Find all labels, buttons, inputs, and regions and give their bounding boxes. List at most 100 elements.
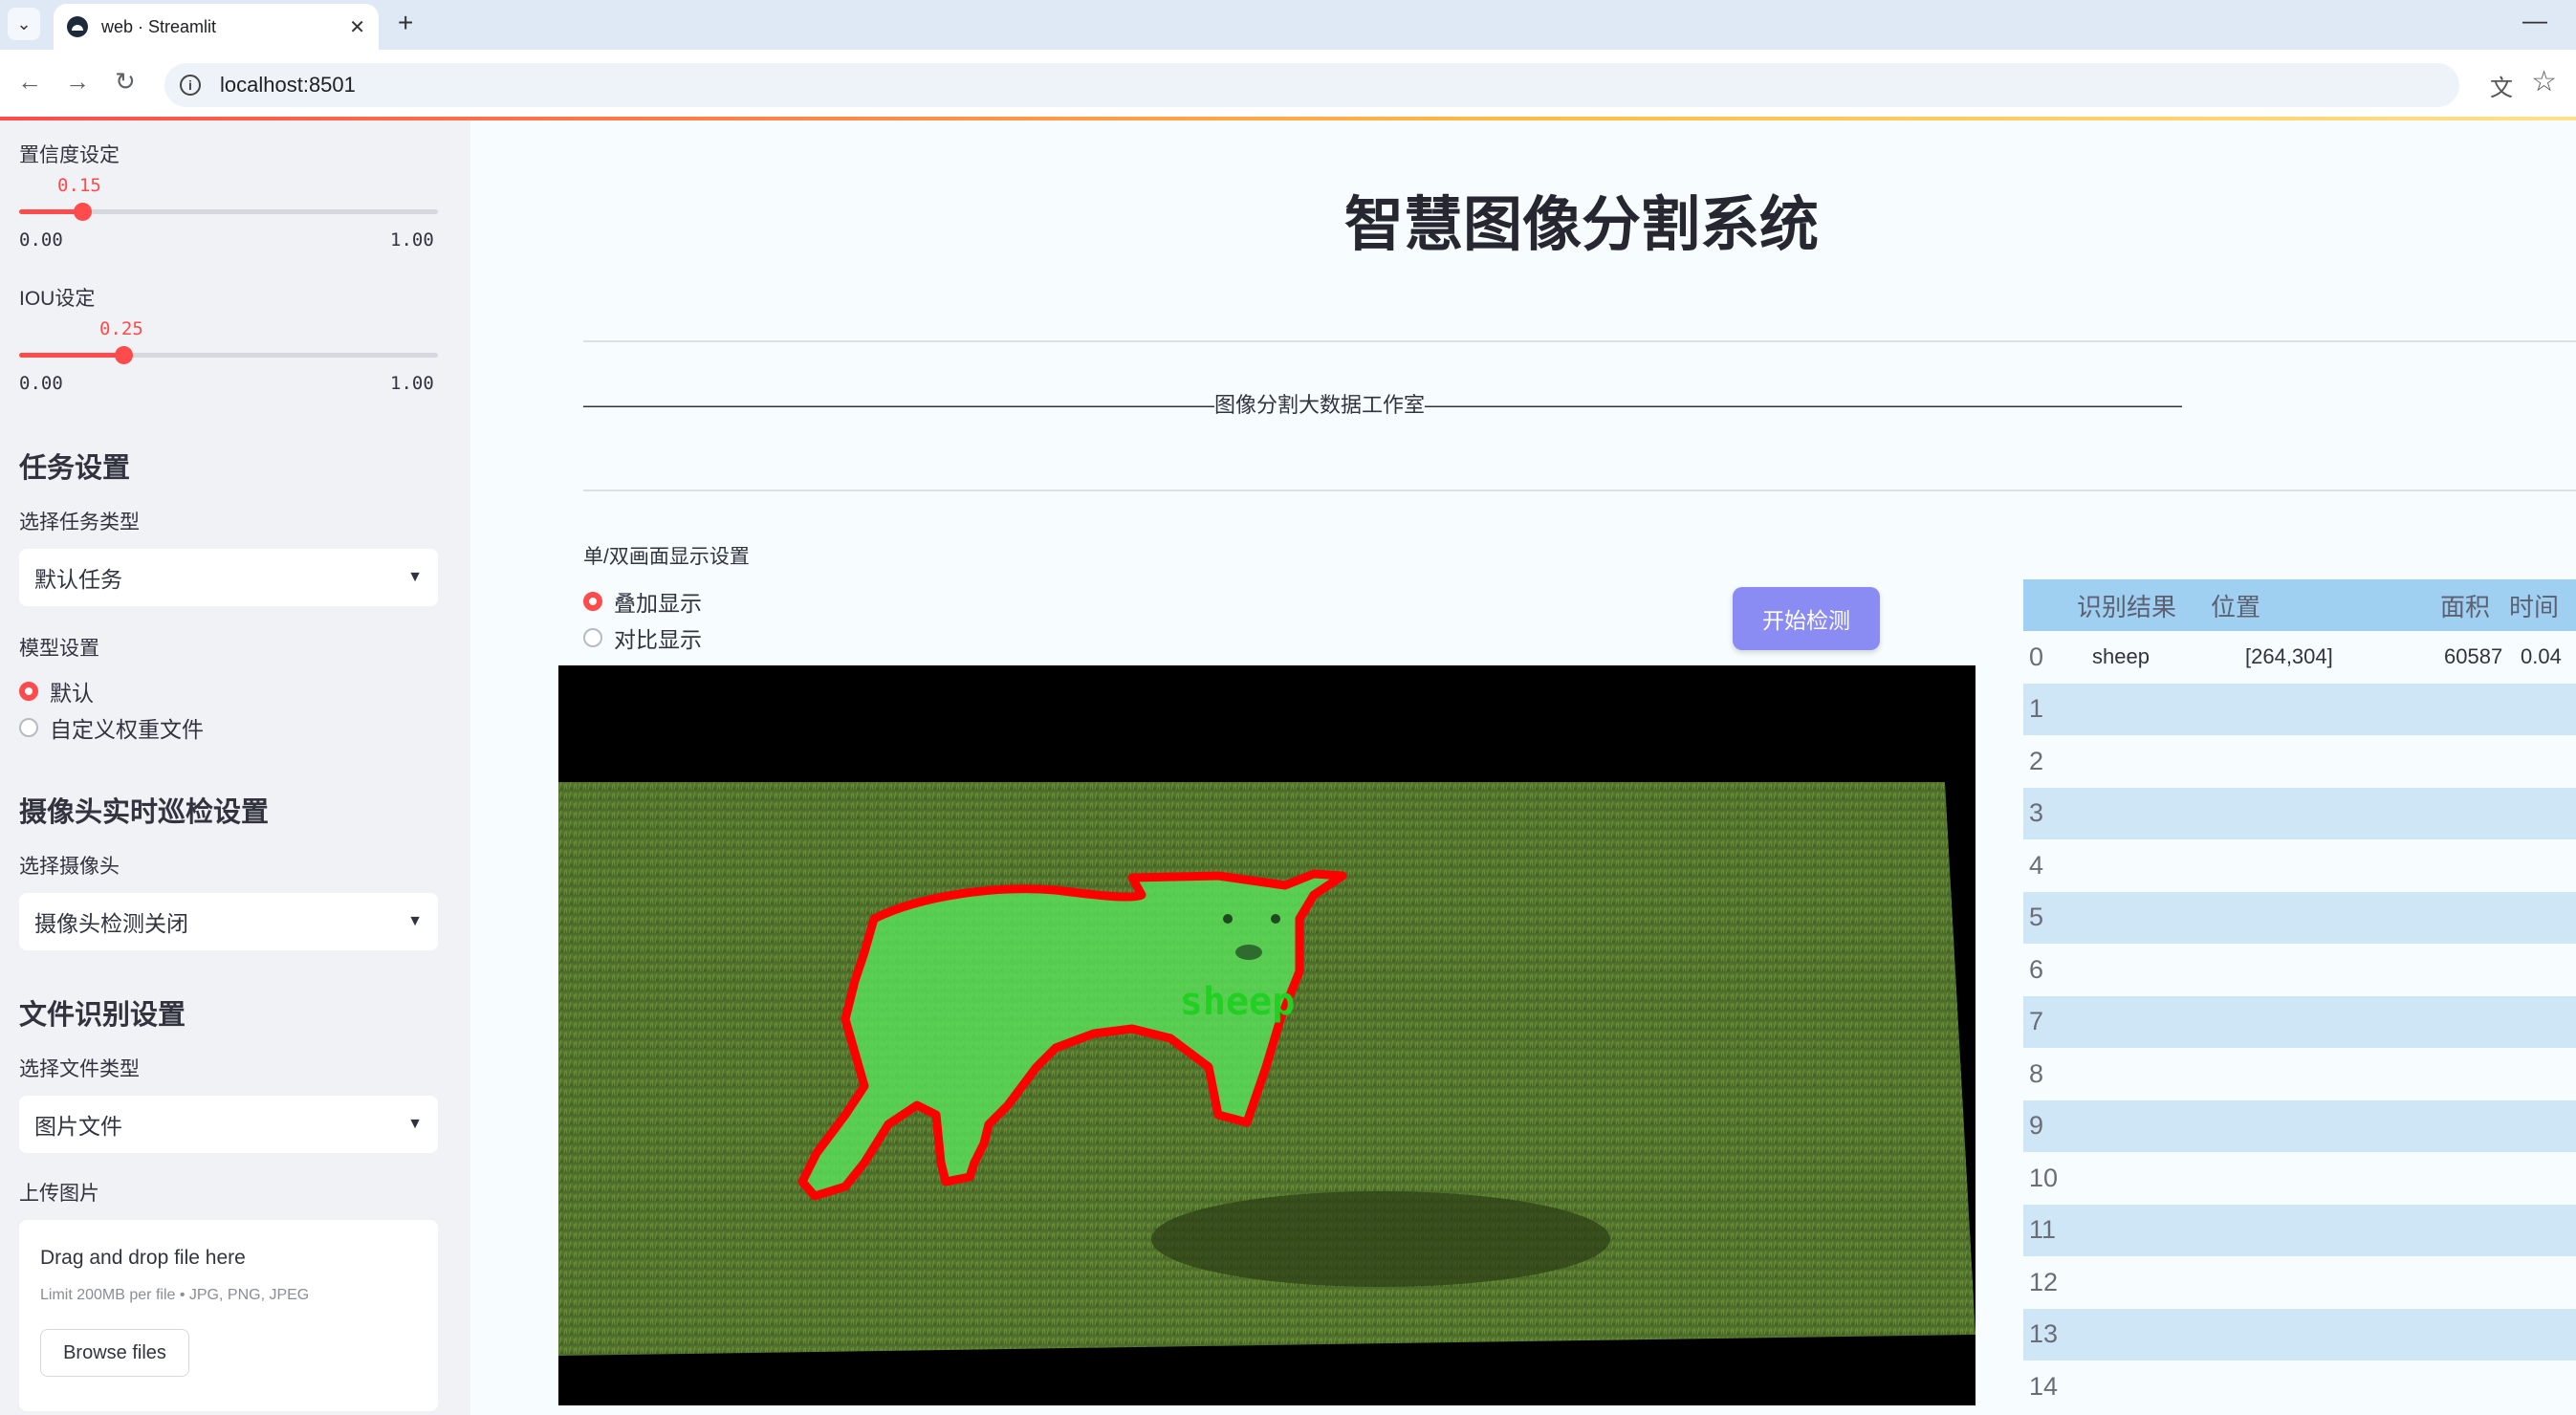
table-row[interactable]: 2 — [2023, 735, 2576, 787]
table-row[interactable]: 10 — [2023, 1152, 2576, 1204]
radio-unselected-icon[interactable] — [19, 718, 38, 737]
url-field[interactable]: i localhost:8501 — [164, 63, 2459, 107]
row-index: 11 — [2029, 1215, 2057, 1244]
row-index: 2 — [2029, 746, 2044, 775]
display-option-overlay[interactable]: 叠加显示 — [583, 585, 702, 618]
browser-tab[interactable]: web · Streamlit ✕ — [54, 4, 379, 50]
confidence-max: 1.00 — [390, 229, 434, 250]
iou-max: 1.00 — [390, 373, 434, 394]
table-row[interactable]: 12 — [2023, 1256, 2576, 1308]
address-bar: ← → ↻ i localhost:8501 ⽂ ☆ — [0, 50, 2576, 119]
row-index: 9 — [2029, 1111, 2044, 1140]
task-type-label: 选择任务类型 — [19, 512, 140, 533]
row-index: 8 — [2029, 1058, 2044, 1088]
sidebar: 置信度设定 0.15 0.00 1.00 IOU设定 0.25 0.00 1.0… — [0, 120, 470, 1415]
forward-arrow-icon[interactable]: → — [65, 67, 90, 97]
display-option-label: 叠加显示 — [614, 591, 702, 616]
tab-list-chevron-icon[interactable]: ⌄ — [8, 8, 40, 40]
divider — [583, 340, 2576, 342]
bookmark-star-icon[interactable]: ☆ — [2531, 65, 2557, 98]
upload-label: 上传图片 — [19, 1183, 99, 1205]
dropzone-limit: Limit 200MB per file • JPG, PNG, JPEG — [40, 1287, 310, 1303]
task-type-value: 默认任务 — [34, 567, 122, 592]
table-row[interactable]: 1 — [2023, 683, 2576, 735]
segmentation-canvas: sheep — [558, 665, 1976, 1405]
dropzone-title: Drag and drop file here — [40, 1247, 246, 1269]
browser-tab-bar: ⌄ web · Streamlit ✕ + — — [0, 0, 2576, 50]
radio-unselected-icon[interactable] — [583, 628, 602, 647]
back-arrow-icon[interactable]: ← — [17, 67, 42, 97]
streamlit-favicon-icon — [67, 16, 88, 37]
sheep-shadow — [1151, 1191, 1610, 1287]
radio-selected-icon[interactable] — [583, 592, 602, 611]
minimize-icon[interactable]: — — [2522, 6, 2547, 35]
model-option-default[interactable]: 默认 — [19, 675, 94, 708]
browse-files-button[interactable]: Browse files — [40, 1329, 189, 1377]
header-position[interactable]: 位置 — [2211, 579, 2260, 631]
cell-result: sheep — [2092, 644, 2150, 668]
confidence-value: 0.15 — [57, 175, 101, 196]
display-option-compare[interactable]: 对比显示 — [583, 621, 702, 654]
chevron-down-icon: ▼ — [407, 913, 423, 929]
start-detection-button[interactable]: 开始检测 — [1733, 587, 1880, 650]
header-result[interactable]: 识别结果 — [2077, 579, 2176, 631]
camera-select[interactable]: 摄像头检测关闭 ▼ — [19, 893, 438, 950]
file-type-value: 图片文件 — [34, 1114, 122, 1139]
iou-min: 0.00 — [19, 373, 63, 394]
new-tab-plus-icon[interactable]: + — [398, 8, 413, 38]
detection-label: sheep — [1180, 980, 1295, 1024]
table-row[interactable]: 0 sheep [264,304] 60587 0.04 — [2023, 631, 2576, 683]
cell-position: [264,304] — [2245, 644, 2333, 668]
iou-value: 0.25 — [99, 318, 143, 339]
display-mode-label: 单/双画面显示设置 — [583, 546, 750, 568]
confidence-min: 0.00 — [19, 229, 63, 250]
table-row[interactable]: 8 — [2023, 1048, 2576, 1099]
table-row[interactable]: 9 — [2023, 1099, 2576, 1152]
header-time[interactable]: 时间 — [2509, 579, 2559, 631]
cell-time: 0.04 — [2521, 644, 2562, 668]
confidence-slider[interactable] — [19, 203, 438, 221]
table-row[interactable]: 11 — [2023, 1204, 2576, 1256]
table-row[interactable]: 14 — [2023, 1361, 2576, 1412]
task-type-select[interactable]: 默认任务 ▼ — [19, 549, 438, 606]
close-icon[interactable]: ✕ — [349, 15, 365, 39]
row-index: 0 — [2029, 642, 2044, 671]
sheep-nose — [1235, 945, 1262, 960]
chevron-down-icon: ▼ — [407, 569, 423, 585]
iou-slider[interactable] — [19, 346, 438, 364]
table-row[interactable]: 13 — [2023, 1308, 2576, 1361]
file-dropzone[interactable]: Drag and drop file here Limit 200MB per … — [19, 1220, 438, 1411]
iou-slider-fill — [19, 353, 124, 358]
table-row[interactable]: 5 — [2023, 891, 2576, 944]
sheep-eye — [1271, 914, 1280, 924]
table-row[interactable]: 6 — [2023, 944, 2576, 995]
table-row[interactable]: 3 — [2023, 787, 2576, 839]
camera-label: 选择摄像头 — [19, 856, 120, 878]
confidence-label: 置信度设定 — [19, 144, 120, 166]
row-index: 13 — [2029, 1319, 2059, 1348]
display-option-label: 对比显示 — [614, 627, 702, 652]
file-type-select[interactable]: 图片文件 ▼ — [19, 1096, 438, 1153]
row-index: 10 — [2029, 1163, 2059, 1192]
sheep-eye — [1223, 914, 1233, 924]
model-option-label: 默认 — [50, 681, 94, 706]
camera-settings-heading: 摄像头实时巡检设置 — [19, 797, 270, 828]
table-header: 识别结果 位置 面积 时间 — [2023, 579, 2576, 631]
iou-slider-thumb[interactable] — [115, 346, 133, 364]
studio-banner: ——————————————————————————————图像分割大数据工作室… — [583, 393, 2183, 417]
radio-selected-icon[interactable] — [19, 682, 38, 701]
file-type-label: 选择文件类型 — [19, 1058, 140, 1080]
table-row[interactable]: 4 — [2023, 839, 2576, 891]
header-area[interactable]: 面积 — [2440, 579, 2490, 631]
model-option-custom[interactable]: 自定义权重文件 — [19, 711, 204, 744]
segmentation-result-image: sheep — [558, 665, 1976, 1405]
file-settings-heading: 文件识别设置 — [19, 1000, 186, 1031]
site-info-icon[interactable]: i — [180, 75, 201, 96]
translate-icon[interactable]: ⽂ — [2490, 69, 2513, 102]
reload-icon[interactable]: ↻ — [115, 67, 136, 97]
table-row[interactable]: 7 — [2023, 995, 2576, 1048]
chevron-down-icon: ▼ — [407, 1116, 423, 1132]
confidence-slider-thumb[interactable] — [74, 203, 92, 221]
row-index: 3 — [2029, 798, 2044, 827]
camera-value: 摄像头检测关闭 — [34, 911, 188, 936]
